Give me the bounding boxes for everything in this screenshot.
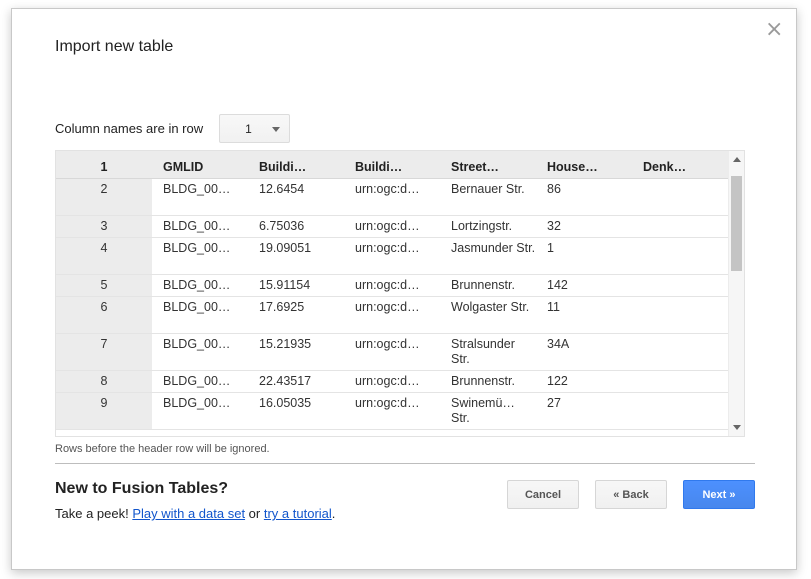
header-cell: Buildi… bbox=[344, 156, 440, 179]
table-cell: urn:ogc:d… bbox=[344, 215, 440, 238]
table-cell bbox=[632, 370, 729, 393]
peek-suffix: . bbox=[331, 506, 336, 521]
peek-prefix: Take a peek! bbox=[55, 506, 133, 521]
take-a-peek-text: Take a peek! Play with a data set or try… bbox=[55, 506, 335, 521]
dialog-title: Import new table bbox=[55, 38, 174, 55]
table-cell: urn:ogc:d… bbox=[344, 274, 440, 297]
table-row: 4 BLDG_00… 19.09051 urn:ogc:d… Jasmunder Str… bbox=[56, 237, 729, 275]
row-number: 5 bbox=[56, 274, 152, 297]
table-cell: 19.09051 bbox=[248, 237, 344, 275]
table-cell: 34A bbox=[536, 333, 632, 371]
table-cell: 12.6454 bbox=[248, 178, 344, 216]
table-cell: 15.21935 bbox=[248, 333, 344, 371]
new-to-fusion-title: New to Fusion Tables? bbox=[55, 480, 229, 497]
table-cell: 15.91154 bbox=[248, 274, 344, 297]
table-header-row: 1 GMLID Buildi… Buildi… Street… House… D… bbox=[56, 156, 729, 179]
import-dialog: × Import new table Column names are in r… bbox=[11, 8, 797, 570]
next-button[interactable]: Next » bbox=[683, 480, 755, 509]
chevron-down-icon bbox=[272, 127, 281, 132]
play-with-data-set-link[interactable]: Play with a data set bbox=[132, 506, 245, 521]
table-cell: 17.6925 bbox=[248, 296, 344, 334]
row-number: 7 bbox=[56, 333, 152, 371]
table-cell bbox=[632, 215, 729, 238]
table-row: 2 BLDG_00… 12.6454 urn:ogc:d… Bernauer Str. 8… bbox=[56, 178, 729, 216]
close-icon[interactable]: × bbox=[765, 19, 783, 41]
table-cell: 11 bbox=[536, 296, 632, 334]
table-cell: 1 bbox=[536, 237, 632, 275]
table-cell: BLDG_00… bbox=[152, 178, 248, 216]
table-cell: 142 bbox=[536, 274, 632, 297]
table-cell: urn:ogc:d… bbox=[344, 392, 440, 430]
table-row: 9 BLDG_00… 16.05035 urn:ogc:d… Swinemü… Str.… bbox=[56, 392, 729, 430]
table-row: 6 BLDG_00… 17.6925 urn:ogc:d… Wolgaster Str.… bbox=[56, 296, 729, 334]
table-cell: 32 bbox=[536, 215, 632, 238]
row-number: 9 bbox=[56, 392, 152, 430]
preview-grid: 1 GMLID Buildi… Buildi… Street… House… D… bbox=[55, 150, 745, 437]
table-cell: BLDG_00… bbox=[152, 333, 248, 371]
table-cell: Brunnenstr. bbox=[440, 370, 536, 393]
table-cell bbox=[632, 237, 729, 275]
table-cell: 22.43517 bbox=[248, 370, 344, 393]
table-cell: 16.05035 bbox=[248, 392, 344, 430]
table-cell bbox=[632, 178, 729, 216]
table-cell: BLDG_00… bbox=[152, 370, 248, 393]
table-cell bbox=[632, 333, 729, 371]
table-cell: Bernauer Str. bbox=[440, 178, 536, 216]
table-row: 3 BLDG_00… 6.75036 urn:ogc:d… Lortzingstr. 32 bbox=[56, 215, 729, 238]
header-cell: House… bbox=[536, 156, 632, 179]
row-number: 3 bbox=[56, 215, 152, 238]
scroll-up-icon[interactable] bbox=[733, 157, 741, 162]
table-cell: urn:ogc:d… bbox=[344, 333, 440, 371]
scroll-down-icon[interactable] bbox=[733, 425, 741, 430]
header-cell: 1 bbox=[56, 156, 152, 179]
row-number: 8 bbox=[56, 370, 152, 393]
header-row-hint: Rows before the header row will be ignor… bbox=[55, 443, 270, 455]
table-cell: Brunnenstr. bbox=[440, 274, 536, 297]
scroll-thumb[interactable] bbox=[731, 176, 742, 271]
table-cell bbox=[632, 392, 729, 430]
table-cell: urn:ogc:d… bbox=[344, 370, 440, 393]
divider bbox=[55, 463, 755, 464]
table-row: 7 BLDG_00… 15.21935 urn:ogc:d… Stralsunder S… bbox=[56, 333, 729, 371]
table-row: 8 BLDG_00… 22.43517 urn:ogc:d… Brunnenstr. 12… bbox=[56, 370, 729, 393]
table-cell: Swinemü… Str. bbox=[440, 392, 536, 430]
table-cell: BLDG_00… bbox=[152, 215, 248, 238]
table-cell bbox=[632, 274, 729, 297]
header-cell: Street… bbox=[440, 156, 536, 179]
column-names-row-select[interactable]: 1 bbox=[219, 114, 291, 143]
table-cell: BLDG_00… bbox=[152, 296, 248, 334]
table-cell: 27 bbox=[536, 392, 632, 430]
table-cell: urn:ogc:d… bbox=[344, 178, 440, 216]
table-cell: BLDG_00… bbox=[152, 274, 248, 297]
table-cell: 86 bbox=[536, 178, 632, 216]
column-names-label: Column names are in row bbox=[55, 121, 204, 136]
table-cell: Lortzingstr. bbox=[440, 215, 536, 238]
select-value: 1 bbox=[245, 121, 252, 136]
cancel-button[interactable]: Cancel bbox=[507, 480, 579, 509]
row-number: 4 bbox=[56, 237, 152, 275]
table-cell: 6.75036 bbox=[248, 215, 344, 238]
back-button[interactable]: « Back bbox=[595, 480, 667, 509]
table-row: 5 BLDG_00… 15.91154 urn:ogc:d… Brunnenstr. 14… bbox=[56, 274, 729, 297]
table-cell: BLDG_00… bbox=[152, 237, 248, 275]
peek-or: or bbox=[245, 506, 264, 521]
header-cell: GMLID bbox=[152, 156, 248, 179]
row-number: 2 bbox=[56, 178, 152, 216]
table-cell: urn:ogc:d… bbox=[344, 296, 440, 334]
column-names-row: Column names are in row 1 bbox=[55, 114, 291, 143]
table-cell: urn:ogc:d… bbox=[344, 237, 440, 275]
table-cell: 122 bbox=[536, 370, 632, 393]
vertical-scrollbar[interactable] bbox=[728, 151, 744, 436]
table-body: 2 BLDG_00… 12.6454 urn:ogc:d… Bernauer Str. 8… bbox=[56, 178, 729, 430]
table-cell bbox=[632, 296, 729, 334]
try-tutorial-link[interactable]: try a tutorial bbox=[264, 506, 332, 521]
row-number: 6 bbox=[56, 296, 152, 334]
table-cell: Stralsunder Str. bbox=[440, 333, 536, 371]
table-cell: BLDG_00… bbox=[152, 392, 248, 430]
table-cell: Wolgaster Str. bbox=[440, 296, 536, 334]
header-cell: Buildi… bbox=[248, 156, 344, 179]
header-cell: Denk… bbox=[632, 156, 729, 179]
table-cell: Jasmunder Str. bbox=[440, 237, 536, 275]
preview-table: 1 GMLID Buildi… Buildi… Street… House… D… bbox=[56, 151, 729, 430]
